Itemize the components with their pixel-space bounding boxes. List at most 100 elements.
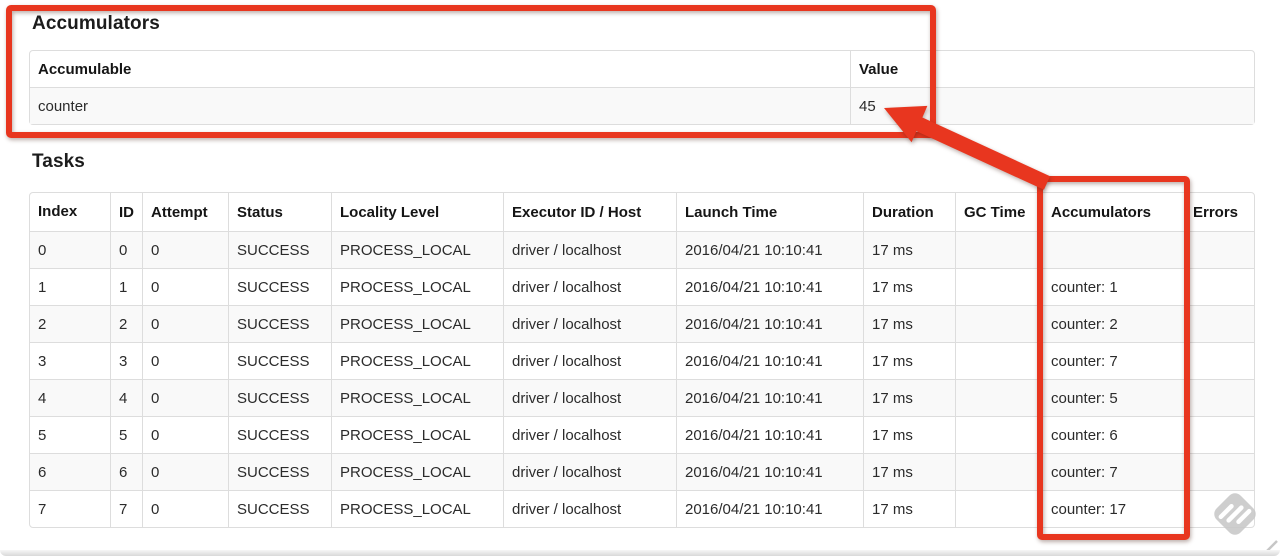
table-cell — [1184, 268, 1254, 305]
table-cell: 2016/04/21 10:10:41 — [676, 305, 863, 342]
table-cell: 3 — [30, 342, 110, 379]
table-cell: PROCESS_LOCAL — [331, 342, 503, 379]
table-cell: driver / localhost — [503, 268, 676, 305]
table-cell: 1 — [110, 268, 142, 305]
table-cell: SUCCESS — [228, 379, 331, 416]
table-cell — [955, 305, 1042, 342]
table-cell — [1184, 453, 1254, 490]
column-header-status[interactable]: Status — [228, 193, 331, 231]
table-row: 3 3 0 SUCCESS PROCESS_LOCAL driver / localhos… — [30, 342, 1254, 379]
table-cell: 0 — [142, 231, 228, 268]
table-cell: counter: 2 — [1042, 305, 1184, 342]
table-cell: 5 — [110, 416, 142, 453]
table-cell: PROCESS_LOCAL — [331, 231, 503, 268]
column-header-index[interactable]: Index — [30, 193, 110, 231]
table-cell — [1184, 379, 1254, 416]
table-cell: PROCESS_LOCAL — [331, 416, 503, 453]
table-cell: 2016/04/21 10:10:41 — [676, 342, 863, 379]
table-header-row: Accumulable Value — [30, 51, 1254, 87]
table-cell: counter: 6 — [1042, 416, 1184, 453]
table-cell — [1184, 305, 1254, 342]
table-cell — [955, 231, 1042, 268]
table-cell: counter: 5 — [1042, 379, 1184, 416]
column-header-duration[interactable]: Duration — [863, 193, 955, 231]
table-cell: 2016/04/21 10:10:41 — [676, 379, 863, 416]
table-cell: driver / localhost — [503, 305, 676, 342]
table-cell: 4 — [110, 379, 142, 416]
table-cell: driver / localhost — [503, 490, 676, 527]
table-row: 5 5 0 SUCCESS PROCESS_LOCAL driver / localhos… — [30, 416, 1254, 453]
table-cell: 0 — [142, 416, 228, 453]
table-cell — [1184, 490, 1254, 527]
column-header-gc-time[interactable]: GC Time — [955, 193, 1042, 231]
table-row: 4 4 0 SUCCESS PROCESS_LOCAL driver / localhos… — [30, 379, 1254, 416]
table-row: 0 0 0 SUCCESS PROCESS_LOCAL driver / localhos… — [30, 231, 1254, 268]
column-header-id[interactable]: ID — [110, 193, 142, 231]
column-header-accumulable: Accumulable — [38, 61, 132, 78]
table-cell: 2016/04/21 10:10:41 — [676, 453, 863, 490]
table-row: 1 1 0 SUCCESS PROCESS_LOCAL driver / localhos… — [30, 268, 1254, 305]
table-cell: 7 — [110, 490, 142, 527]
table-cell: PROCESS_LOCAL — [331, 490, 503, 527]
table-cell: driver / localhost — [503, 231, 676, 268]
column-header-accumulators[interactable]: Accumulators — [1042, 193, 1184, 231]
column-header-value: Value — [850, 51, 1254, 87]
accumulators-table: Accumulable Value counter 45 — [29, 50, 1255, 125]
table-cell: 0 — [142, 342, 228, 379]
table-header-row: Index ID Attempt Status Locality Level E… — [30, 193, 1254, 231]
table-cell: 17 ms — [863, 379, 955, 416]
table-cell: 17 ms — [863, 342, 955, 379]
table-cell: SUCCESS — [228, 268, 331, 305]
table-cell: 2016/04/21 10:10:41 — [676, 490, 863, 527]
window-bottom-edge — [0, 550, 1280, 556]
table-cell: 0 — [142, 305, 228, 342]
table-cell: 17 ms — [863, 453, 955, 490]
table-cell: 0 — [110, 231, 142, 268]
table-row: 2 2 0 SUCCESS PROCESS_LOCAL driver / localhos… — [30, 305, 1254, 342]
column-header-locality-level[interactable]: Locality Level — [331, 193, 503, 231]
table-cell: 17 ms — [863, 416, 955, 453]
accumulators-section-title: Accumulators — [32, 13, 160, 34]
column-header-attempt[interactable]: Attempt — [142, 193, 228, 231]
table-cell: 0 — [30, 231, 110, 268]
table-cell: counter: 1 — [1042, 268, 1184, 305]
table-cell: 7 — [30, 490, 110, 527]
table-cell: PROCESS_LOCAL — [331, 268, 503, 305]
table-cell: 5 — [30, 416, 110, 453]
table-cell: 45 — [850, 87, 1254, 124]
table-cell: counter: 7 — [1042, 453, 1184, 490]
table-cell: 17 ms — [863, 305, 955, 342]
table-cell — [955, 379, 1042, 416]
table-cell — [955, 416, 1042, 453]
table-cell — [1184, 342, 1254, 379]
column-header-errors[interactable]: Errors — [1184, 193, 1254, 231]
table-cell — [955, 268, 1042, 305]
table-cell: SUCCESS — [228, 453, 331, 490]
table-cell: driver / localhost — [503, 453, 676, 490]
table-cell: 6 — [30, 453, 110, 490]
table-cell: 17 ms — [863, 490, 955, 527]
tasks-table: Index ID Attempt Status Locality Level E… — [29, 192, 1255, 528]
table-cell: 17 ms — [863, 268, 955, 305]
table-cell: 0 — [142, 490, 228, 527]
tasks-table-body: 0 0 0 SUCCESS PROCESS_LOCAL driver / localhos… — [30, 231, 1254, 527]
table-cell: 2016/04/21 10:10:41 — [676, 268, 863, 305]
table-cell: driver / localhost — [503, 379, 676, 416]
column-header-launch-time[interactable]: Launch Time — [676, 193, 863, 231]
table-cell: 4 — [30, 379, 110, 416]
table-cell: counter — [30, 87, 850, 124]
table-cell: 17 ms — [863, 231, 955, 268]
table-cell: 2 — [110, 305, 142, 342]
table-cell — [1184, 416, 1254, 453]
table-cell: 3 — [110, 342, 142, 379]
table-row: 7 7 0 SUCCESS PROCESS_LOCAL driver / localhos… — [30, 490, 1254, 527]
table-cell: 0 — [142, 453, 228, 490]
table-cell: counter: 17 — [1042, 490, 1184, 527]
table-cell — [955, 342, 1042, 379]
table-cell: counter: 7 — [1042, 342, 1184, 379]
table-cell — [955, 453, 1042, 490]
column-header-executor-id-host[interactable]: Executor ID / Host — [503, 193, 676, 231]
table-cell: driver / localhost — [503, 416, 676, 453]
table-row: 6 6 0 SUCCESS PROCESS_LOCAL driver / localhos… — [30, 453, 1254, 490]
table-cell — [1042, 231, 1184, 268]
